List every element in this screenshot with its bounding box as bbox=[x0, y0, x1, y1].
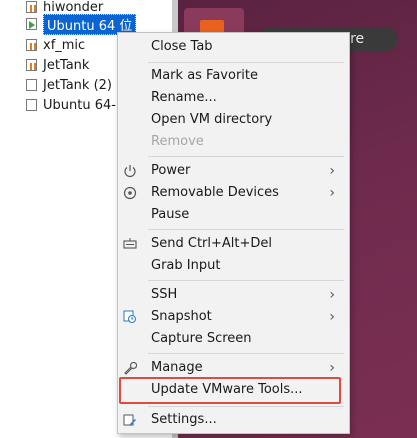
library-item-jettank-2[interactable]: JetTank (2) bbox=[26, 75, 112, 95]
menu-item-pause[interactable]: Pause bbox=[118, 204, 349, 226]
highlight-box bbox=[119, 377, 341, 404]
removable-devices-icon bbox=[123, 186, 137, 200]
submenu-arrow-icon: › bbox=[329, 163, 335, 179]
settings-icon bbox=[123, 413, 137, 427]
library-item-jettank[interactable]: JetTank bbox=[26, 55, 89, 75]
submenu-arrow-icon: › bbox=[329, 185, 335, 201]
submenu-arrow-icon: › bbox=[329, 287, 335, 303]
menu-item-label: Settings... bbox=[151, 412, 217, 427]
menu-separator bbox=[148, 353, 344, 354]
library-item-label: JetTank (2) bbox=[43, 77, 112, 93]
menu-item-open-vm-directory[interactable]: Open VM directory bbox=[118, 109, 349, 131]
menu-item-label: Capture Screen bbox=[151, 331, 252, 346]
snapshot-icon bbox=[123, 310, 137, 324]
menu-item-snapshot[interactable]: Snapshot › bbox=[118, 306, 349, 328]
menu-item-label: Grab Input bbox=[151, 258, 221, 273]
menu-item-label: Close Tab bbox=[151, 39, 213, 54]
menu-separator bbox=[148, 62, 344, 63]
menu-separator bbox=[148, 406, 344, 407]
power-icon bbox=[123, 164, 137, 178]
wrench-icon bbox=[123, 361, 138, 375]
library-item-ubuntu-64-b[interactable]: Ubuntu 64-b bbox=[26, 95, 124, 115]
menu-item-label: Remove bbox=[151, 134, 204, 149]
menu-item-label: Snapshot bbox=[151, 309, 212, 324]
keyboard-icon bbox=[123, 237, 137, 251]
menu-item-removable-devices[interactable]: Removable Devices › bbox=[118, 182, 349, 204]
menu-item-label: Send Ctrl+Alt+Del bbox=[151, 236, 273, 251]
library-item-ubuntu-64[interactable]: Ubuntu 64 位 bbox=[26, 13, 137, 35]
vm-off-icon bbox=[26, 1, 38, 13]
menu-item-label: Pause bbox=[151, 207, 190, 222]
menu-item-close-tab[interactable]: Close Tab bbox=[118, 36, 349, 58]
menu-item-label: Open VM directory bbox=[151, 112, 273, 127]
menu-item-manage[interactable]: Manage › bbox=[118, 357, 349, 379]
vm-off-icon bbox=[26, 39, 38, 51]
menu-item-rename[interactable]: Rename... bbox=[118, 87, 349, 109]
menu-item-label: Power bbox=[151, 163, 191, 178]
library-item-xf-mic[interactable]: xf_mic bbox=[26, 35, 85, 55]
menu-item-label: Rename... bbox=[151, 90, 217, 105]
library-item-label: Ubuntu 64-b bbox=[43, 97, 125, 113]
menu-item-grab-input[interactable]: Grab Input bbox=[118, 255, 349, 277]
menu-item-settings[interactable]: Settings... bbox=[118, 409, 349, 431]
menu-item-label: Manage bbox=[151, 360, 203, 375]
menu-item-mark-favorite[interactable]: Mark as Favorite bbox=[118, 65, 349, 87]
menu-item-label: SSH bbox=[151, 287, 178, 302]
library-item-label: JetTank bbox=[43, 57, 90, 73]
vm-off-icon bbox=[26, 99, 38, 111]
menu-item-capture-screen[interactable]: Capture Screen bbox=[118, 328, 349, 350]
menu-separator bbox=[148, 156, 344, 157]
library-item-label: hiwonder bbox=[43, 0, 104, 15]
submenu-arrow-icon: › bbox=[329, 360, 335, 376]
submenu-arrow-icon: › bbox=[329, 309, 335, 325]
menu-separator bbox=[148, 229, 344, 230]
menu-separator bbox=[148, 280, 344, 281]
vm-off-icon bbox=[26, 79, 38, 91]
menu-item-label: Mark as Favorite bbox=[151, 68, 259, 83]
menu-item-ssh[interactable]: SSH › bbox=[118, 284, 349, 306]
menu-item-remove: Remove bbox=[118, 131, 349, 153]
menu-item-label: Removable Devices bbox=[151, 185, 279, 200]
menu-item-send-ctrl-alt-del[interactable]: Send Ctrl+Alt+Del bbox=[118, 233, 349, 255]
menu-item-power[interactable]: Power › bbox=[118, 160, 349, 182]
library-item-label: xf_mic bbox=[43, 37, 86, 53]
vm-off-icon bbox=[26, 59, 38, 71]
vm-running-icon bbox=[26, 18, 38, 30]
context-menu: Close Tab Mark as Favorite Rename... Ope… bbox=[117, 32, 350, 434]
